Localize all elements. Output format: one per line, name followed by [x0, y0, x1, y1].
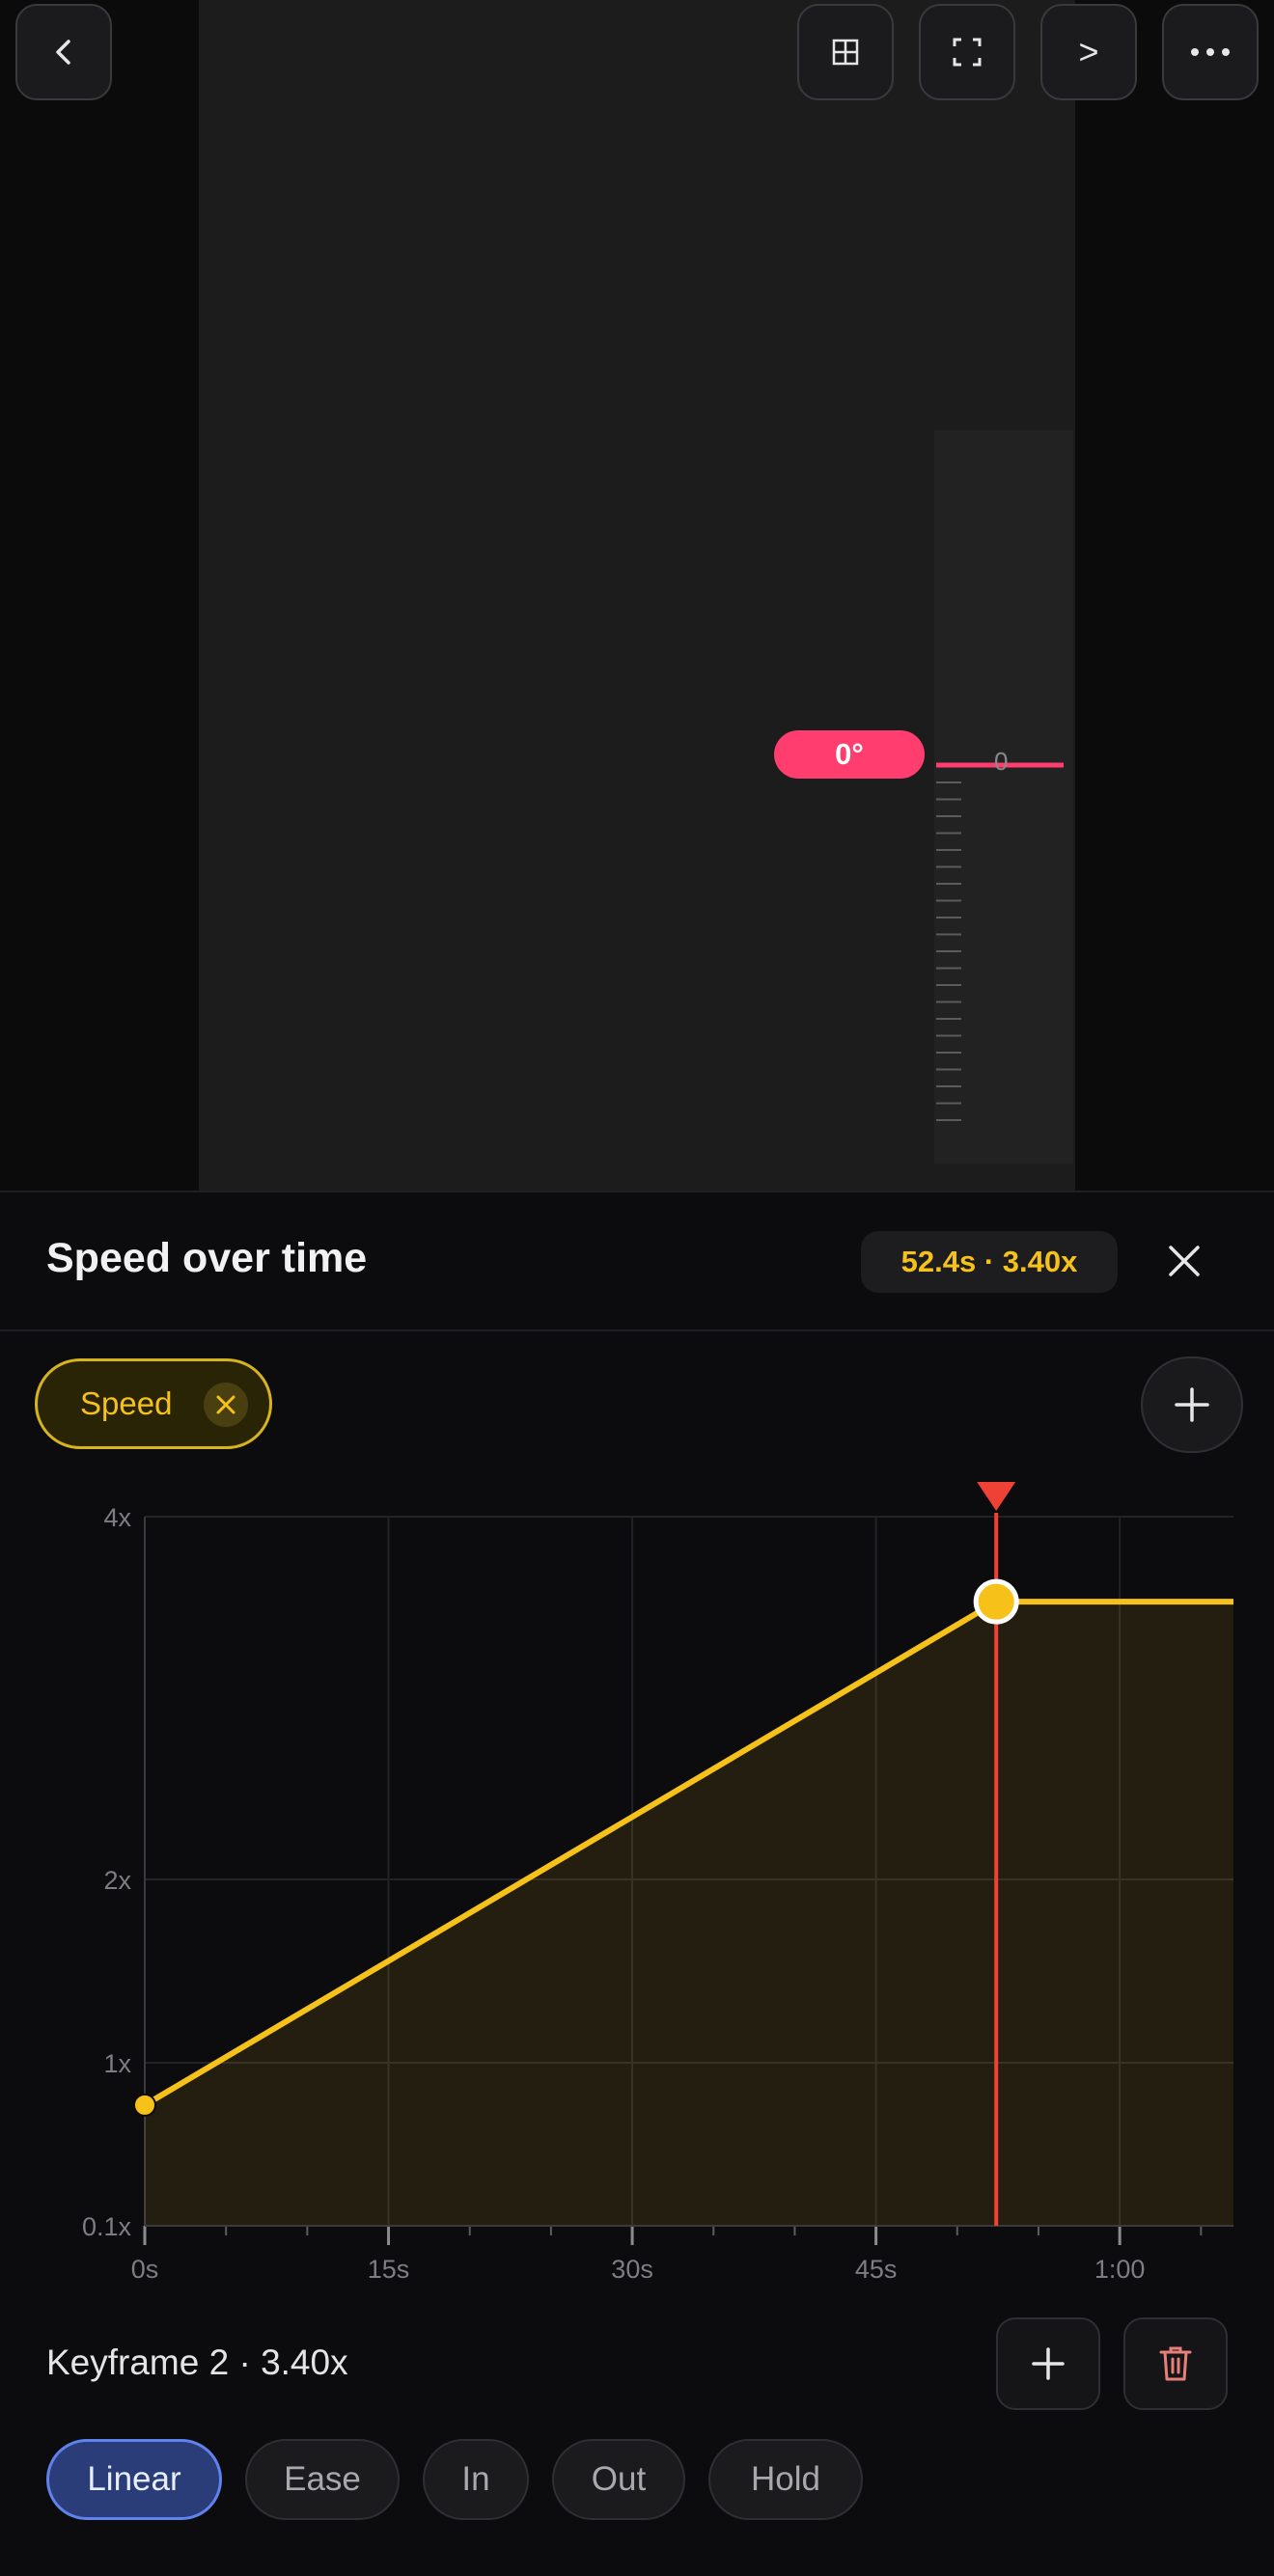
ease-linear-button[interactable]: Linear: [46, 2439, 222, 2520]
next-button[interactable]: >: [1040, 4, 1137, 100]
delete-keyframe-button[interactable]: [1123, 2317, 1228, 2410]
ruler-zero-label: 0: [994, 747, 1009, 776]
ease-hold-button[interactable]: Hold: [708, 2439, 863, 2520]
grid-icon: [832, 39, 859, 66]
panel-divider: [0, 1329, 1274, 1331]
speed-area: [145, 1602, 1233, 2226]
speed-curve-chart[interactable]: 4x 2x 1x 0.1x 0s 15s 30s 45s 1:00: [0, 1466, 1274, 2296]
grid-button[interactable]: [797, 4, 894, 100]
keyframe-point[interactable]: [133, 2093, 156, 2117]
time-speed-readout: 52.4s · 3.40x: [861, 1231, 1118, 1293]
panel-title: Speed over time: [46, 1235, 368, 1281]
y-tick-label: 2x: [103, 1866, 131, 1895]
x-tick-label: 30s: [611, 2255, 653, 2284]
x-tick-label: 45s: [855, 2255, 898, 2284]
ruler-ticks: [936, 762, 1064, 1121]
ease-ease-button[interactable]: Ease: [245, 2439, 400, 2520]
angle-badge: 0°: [774, 730, 925, 779]
y-tick-label: 0.1x: [82, 2212, 132, 2241]
x-tick-label: 0s: [131, 2255, 159, 2284]
trash-icon: [1159, 2346, 1192, 2381]
keyframe-label: Keyframe 2 · 3.40x: [46, 2343, 348, 2382]
x-tick-label: 1:00: [1094, 2255, 1146, 2284]
speed-chip-label: Speed: [80, 1385, 173, 1421]
angle-ruler[interactable]: [934, 430, 1073, 1164]
playhead-handle[interactable]: [977, 1482, 1016, 1511]
remove-track-button[interactable]: [204, 1383, 248, 1427]
fullscreen-icon: [953, 38, 982, 67]
back-button[interactable]: [15, 4, 112, 100]
ease-out-button[interactable]: Out: [552, 2439, 685, 2520]
speed-track-chip[interactable]: Speed: [35, 1358, 272, 1449]
plus-icon: [1032, 2347, 1065, 2380]
ease-in-button[interactable]: In: [423, 2439, 529, 2520]
more-icon: [1191, 48, 1230, 56]
add-keyframe-button[interactable]: [996, 2317, 1100, 2410]
chevron-left-icon: [56, 40, 70, 65]
keyframe-point-selected[interactable]: [973, 1578, 1019, 1625]
x-tick-label: 15s: [368, 2255, 410, 2284]
close-button[interactable]: [1156, 1233, 1212, 1289]
plus-icon: [1175, 1387, 1209, 1422]
y-tick-label: 1x: [103, 2049, 131, 2078]
fullscreen-button[interactable]: [919, 4, 1015, 100]
more-button[interactable]: [1162, 4, 1259, 100]
close-icon: [216, 1395, 235, 1414]
y-tick-label: 4x: [103, 1503, 131, 1532]
close-icon: [1169, 1246, 1200, 1276]
add-track-button[interactable]: [1141, 1357, 1243, 1453]
